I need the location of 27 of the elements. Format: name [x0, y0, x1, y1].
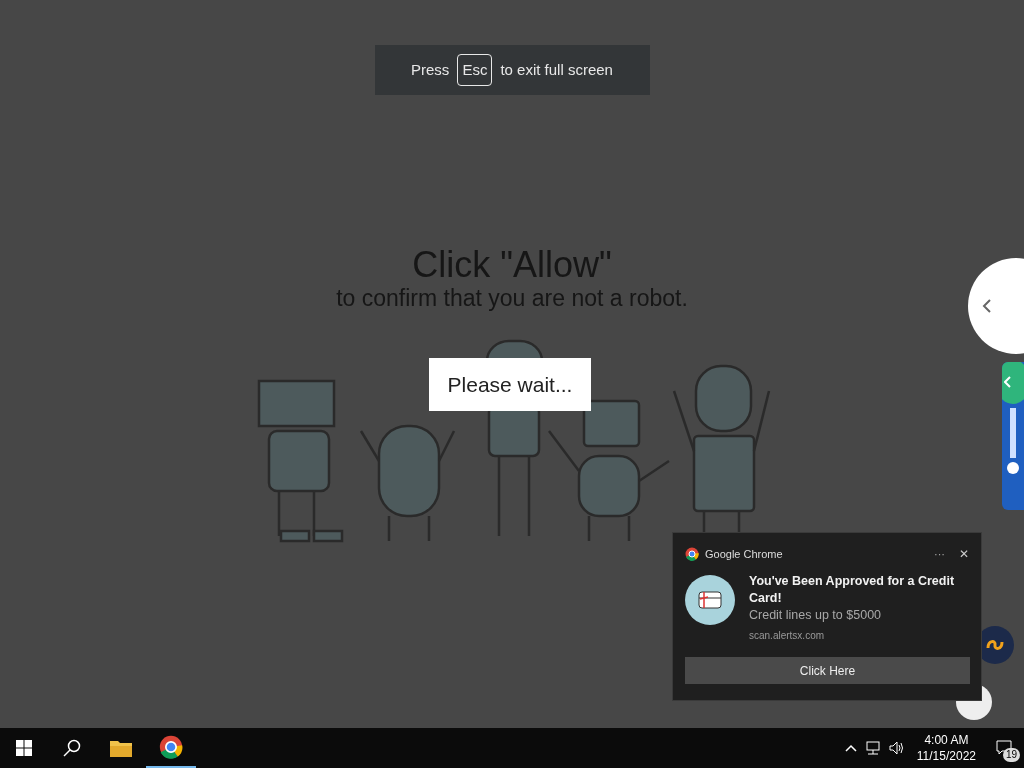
notification-count: 19	[1002, 748, 1020, 762]
more-button[interactable]: ···	[934, 545, 945, 563]
clock-date[interactable]: 11/15/2022	[916, 748, 976, 764]
clock-time[interactable]: 4:00 AM	[924, 732, 969, 748]
network-icon[interactable]	[864, 741, 881, 755]
hint-text: Press	[411, 59, 450, 80]
esc-key: Esc	[457, 53, 493, 87]
notification-title: You've Been Approved for a Credit Card!	[749, 573, 956, 607]
hint-text: to exit full screen	[500, 59, 613, 80]
action-center-button[interactable]: 19	[984, 728, 1024, 768]
click-here-button[interactable]: Click Here	[685, 657, 970, 684]
app-name: Google Chrome	[705, 546, 784, 562]
chrome-icon	[685, 547, 699, 561]
converter-side-tab[interactable]	[1002, 362, 1024, 510]
chevron-left-icon	[1004, 376, 1012, 388]
notification-source: scan.alertsx.com	[749, 629, 826, 643]
windows-logo-icon	[16, 740, 32, 756]
chrome-icon	[159, 735, 183, 759]
folder-icon	[109, 738, 133, 758]
speaker-icon[interactable]	[888, 741, 905, 755]
notification-body: Credit lines up to $5000	[749, 607, 883, 624]
chevron-left-icon	[982, 299, 992, 313]
wait-box: Please wait...	[429, 358, 591, 411]
search-icon	[63, 739, 81, 757]
close-button[interactable]: ✕	[959, 545, 969, 563]
chevron-up-icon[interactable]	[844, 744, 857, 752]
credit-card-icon	[685, 575, 735, 625]
